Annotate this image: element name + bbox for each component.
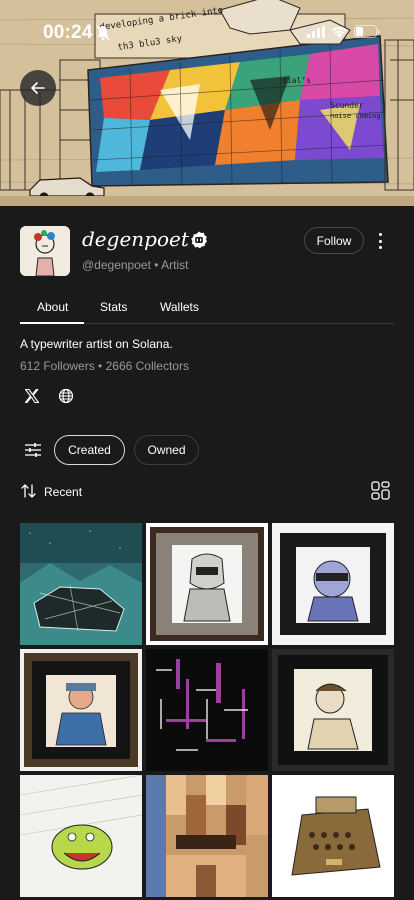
- artwork-tile[interactable]: [272, 649, 394, 771]
- artwork-tile[interactable]: [146, 649, 268, 771]
- profile-tabs: About Stats Wallets: [20, 296, 394, 324]
- mute-bell-icon: [96, 25, 110, 41]
- banner-text-line-3: dial’s: [282, 76, 311, 85]
- tab-wallets[interactable]: Wallets: [160, 300, 199, 314]
- artwork-tile[interactable]: [272, 523, 394, 645]
- artwork-grid: [20, 523, 394, 900]
- status-icons: [307, 25, 380, 38]
- tab-stats[interactable]: Stats: [100, 300, 127, 314]
- profile-role: Artist: [161, 258, 189, 272]
- collectors-count[interactable]: 2666 Collectors: [106, 359, 189, 373]
- follower-stats: 612 Followers • 2666 Collectors: [20, 359, 189, 373]
- artwork-thumbnail: [146, 649, 268, 771]
- status-bar: 00:24: [0, 0, 414, 64]
- banner-text-line-4: Scunder: [330, 101, 364, 110]
- layout-toggle-icon[interactable]: [371, 481, 390, 500]
- avatar[interactable]: [20, 226, 70, 276]
- artwork-thumbnail: [272, 775, 394, 897]
- signal-icon: [307, 25, 325, 38]
- x-logo-icon[interactable]: [24, 388, 40, 404]
- follow-button[interactable]: Follow: [304, 227, 364, 254]
- active-tab-indicator: [20, 322, 84, 324]
- artwork-thumbnail: [146, 775, 268, 897]
- back-arrow-icon: [31, 82, 45, 94]
- globe-icon[interactable]: [58, 388, 74, 404]
- artwork-tile[interactable]: [20, 775, 142, 897]
- banner-text-line-5: noise coming: [330, 112, 381, 120]
- artwork-thumbnail: [272, 523, 394, 645]
- wifi-icon: [332, 26, 347, 38]
- status-time: 00:24: [43, 22, 93, 43]
- bio-text: A typewriter artist on Solana.: [20, 337, 173, 351]
- filter-sliders-icon[interactable]: [24, 441, 42, 459]
- artwork-tile[interactable]: [20, 649, 142, 771]
- owned-filter-pill[interactable]: Owned: [134, 435, 199, 465]
- verified-badge-icon: [191, 231, 207, 249]
- artwork-tile[interactable]: [272, 775, 394, 897]
- avatar-artwork: [20, 226, 70, 276]
- artwork-tile[interactable]: [146, 775, 268, 897]
- handle-separator: •: [154, 258, 159, 272]
- artwork-thumbnail: [272, 649, 394, 771]
- back-button[interactable]: [20, 70, 56, 106]
- created-filter-pill[interactable]: Created: [54, 435, 125, 465]
- followers-count[interactable]: 612 Followers: [20, 359, 95, 373]
- handle-line: @degenpoet • Artist: [82, 258, 188, 272]
- sort-icon[interactable]: [21, 484, 37, 498]
- profile-name: degenpoet: [82, 227, 189, 251]
- stats-separator: •: [98, 359, 103, 373]
- artwork-thumbnail: [20, 649, 142, 771]
- sort-label[interactable]: Recent: [44, 485, 82, 499]
- artwork-tile[interactable]: [146, 523, 268, 645]
- artwork-thumbnail: [20, 775, 142, 897]
- profile-handle: @degenpoet: [82, 258, 151, 272]
- artwork-thumbnail: [20, 523, 142, 645]
- profile-header: degenpoet @degenpoet • Artist Follow: [20, 226, 394, 278]
- more-vertical-icon[interactable]: [372, 231, 388, 251]
- battery-icon: [354, 25, 380, 38]
- artwork-thumbnail: [146, 523, 268, 645]
- artwork-tile[interactable]: [20, 523, 142, 645]
- tab-about[interactable]: About: [37, 300, 68, 314]
